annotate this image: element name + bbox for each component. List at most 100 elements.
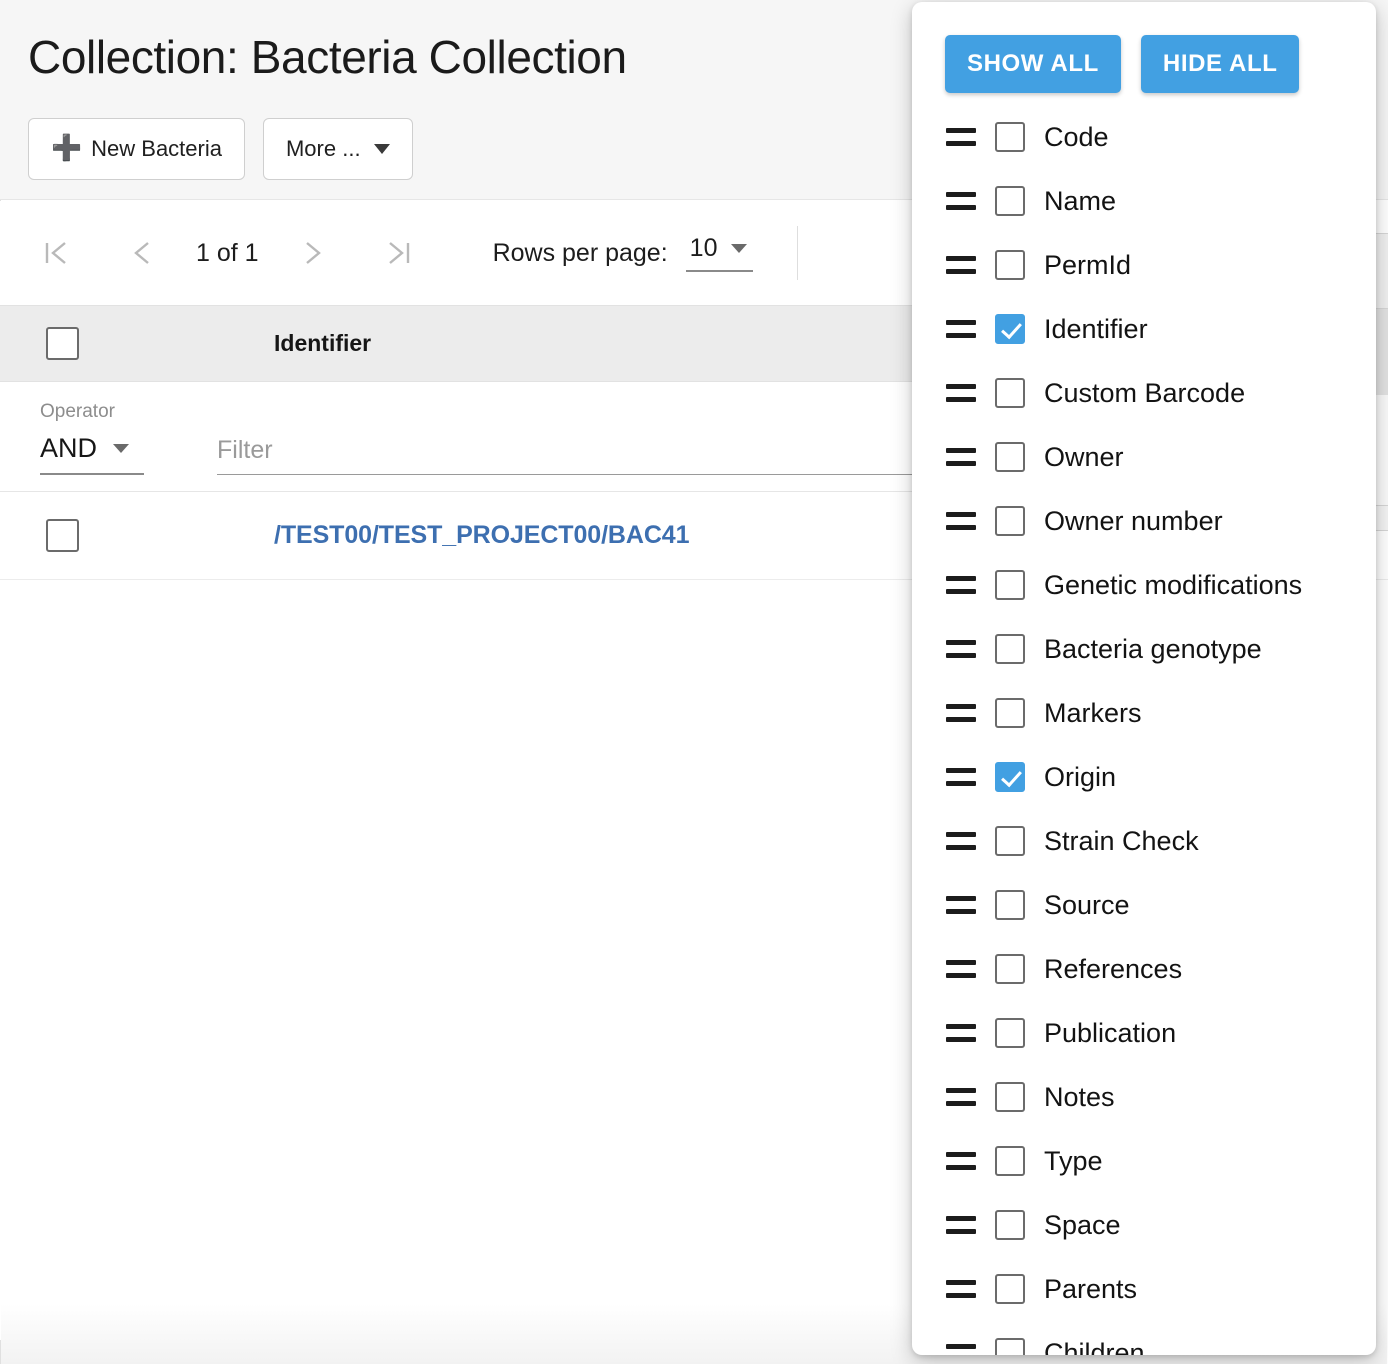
column-toggle-item[interactable]: Parents — [912, 1257, 1376, 1321]
rows-per-page-select[interactable]: 10 — [685, 234, 754, 272]
column-visibility-checkbox[interactable] — [995, 826, 1025, 856]
column-toggle-label: Code — [1044, 121, 1109, 152]
drag-handle-icon[interactable] — [946, 128, 976, 146]
column-visibility-checkbox[interactable] — [995, 1338, 1025, 1355]
column-toggle-item[interactable]: References — [912, 937, 1376, 1001]
row-checkbox[interactable] — [46, 519, 79, 552]
drag-handle-icon[interactable] — [946, 256, 976, 274]
column-toggle-label: Name — [1044, 185, 1117, 216]
drag-handle-icon[interactable] — [946, 384, 976, 402]
next-page-icon[interactable] — [285, 225, 341, 281]
drag-handle-icon[interactable] — [946, 1152, 976, 1170]
drag-handle-icon[interactable] — [946, 1216, 976, 1234]
column-toggle-label: Type — [1044, 1145, 1103, 1176]
column-toggle-label: Markers — [1044, 697, 1142, 728]
column-toggle-label: PermId — [1044, 249, 1132, 280]
drag-handle-icon[interactable] — [946, 448, 976, 466]
operator-value: AND — [40, 433, 98, 463]
show-all-button[interactable]: SHOW ALL — [945, 35, 1121, 93]
last-page-icon[interactable] — [371, 225, 427, 281]
column-toggle-item[interactable]: Children — [912, 1321, 1376, 1355]
column-toggle-label: Identifier — [1044, 313, 1148, 344]
drag-handle-icon[interactable] — [946, 768, 976, 786]
column-toggle-item[interactable]: Custom Barcode — [912, 361, 1376, 425]
column-visibility-checkbox[interactable] — [995, 954, 1025, 984]
column-visibility-checkbox[interactable] — [995, 1146, 1025, 1176]
first-page-icon[interactable] — [28, 225, 84, 281]
drag-handle-icon[interactable] — [946, 640, 976, 658]
column-visibility-checkbox[interactable] — [995, 762, 1025, 792]
drag-handle-icon[interactable] — [946, 512, 976, 530]
column-visibility-checkbox[interactable] — [995, 122, 1025, 152]
column-visibility-checkbox[interactable] — [995, 442, 1025, 472]
row-select-cell — [0, 519, 274, 552]
column-toggle-item[interactable]: Code — [912, 105, 1376, 169]
column-toggle-label: Strain Check — [1044, 825, 1199, 856]
column-header-label: Identifier — [274, 330, 372, 356]
column-toggle-label: References — [1044, 953, 1183, 984]
select-all-checkbox[interactable] — [46, 327, 79, 360]
drag-handle-icon[interactable] — [946, 320, 976, 338]
column-toggle-item[interactable]: Notes — [912, 1065, 1376, 1129]
column-toggle-label: Owner — [1044, 441, 1124, 472]
drag-handle-icon[interactable] — [946, 1280, 976, 1298]
drag-handle-icon[interactable] — [946, 896, 976, 914]
column-visibility-checkbox[interactable] — [995, 1274, 1025, 1304]
column-visibility-checkbox[interactable] — [995, 1082, 1025, 1112]
page-toolbar: ➕ New Bacteria More ... — [28, 118, 413, 180]
column-visibility-checkbox[interactable] — [995, 506, 1025, 536]
drag-handle-icon[interactable] — [946, 704, 976, 722]
column-toggle-label: Origin — [1044, 761, 1117, 792]
column-toggle-item[interactable]: Type — [912, 1129, 1376, 1193]
more-button[interactable]: More ... — [262, 118, 413, 180]
column-visibility-checkbox[interactable] — [995, 634, 1025, 664]
column-toggle-label: Bacteria genotype — [1044, 633, 1262, 664]
column-visibility-checkbox[interactable] — [995, 314, 1025, 344]
column-toggle-item[interactable]: Genetic modifications — [912, 553, 1376, 617]
operator-label: Operator — [40, 401, 115, 422]
column-toggle-item[interactable]: Space — [912, 1193, 1376, 1257]
column-toggle-item[interactable]: Identifier — [912, 297, 1376, 361]
column-toggle-item[interactable]: Markers — [912, 681, 1376, 745]
column-toggle-label: Children — [1044, 1337, 1145, 1356]
hide-all-button[interactable]: HIDE ALL — [1140, 35, 1300, 93]
drag-handle-icon[interactable] — [946, 960, 976, 978]
column-toggle-item[interactable]: Owner number — [912, 489, 1376, 553]
column-toggle-item[interactable]: Publication — [912, 1001, 1376, 1065]
drag-handle-icon[interactable] — [946, 192, 976, 210]
column-toggle-item[interactable]: Source — [912, 873, 1376, 937]
drag-handle-icon[interactable] — [946, 1088, 976, 1106]
column-visibility-checkbox[interactable] — [995, 1018, 1025, 1048]
paginator-divider — [797, 226, 799, 280]
app-screen: Collection: Bacteria Collection ➕ New Ba… — [0, 0, 1388, 1364]
column-toggle-item[interactable]: Strain Check — [912, 809, 1376, 873]
column-visibility-checkbox[interactable] — [995, 570, 1025, 600]
drag-handle-icon[interactable] — [946, 1024, 976, 1042]
column-toggle-item[interactable]: PermId — [912, 233, 1376, 297]
table-header-select-cell — [0, 327, 274, 360]
column-visibility-checkbox[interactable] — [995, 250, 1025, 280]
new-bacteria-button[interactable]: ➕ New Bacteria — [28, 118, 245, 180]
column-toggle-label: Publication — [1044, 1017, 1177, 1048]
more-button-label: More ... — [285, 136, 361, 161]
previous-page-icon[interactable] — [114, 225, 170, 281]
column-toggle-item[interactable]: Bacteria genotype — [912, 617, 1376, 681]
identifier-link[interactable]: /TEST00/TEST_PROJECT00/BAC41 — [274, 521, 689, 549]
column-visibility-checkbox[interactable] — [995, 186, 1025, 216]
chevron-down-icon — [373, 144, 390, 154]
column-toggle-item[interactable]: Owner — [912, 425, 1376, 489]
drag-handle-icon[interactable] — [946, 1344, 976, 1355]
column-toggle-label: Genetic modifications — [1044, 569, 1303, 600]
drag-handle-icon[interactable] — [946, 576, 976, 594]
operator-select[interactable]: AND — [40, 433, 144, 475]
column-toggle-item[interactable]: Name — [912, 169, 1376, 233]
column-visibility-checkbox[interactable] — [995, 378, 1025, 408]
column-visibility-checkbox[interactable] — [995, 1210, 1025, 1240]
column-toggle-item[interactable]: Origin — [912, 745, 1376, 809]
drag-handle-icon[interactable] — [946, 832, 976, 850]
column-visibility-checkbox[interactable] — [995, 698, 1025, 728]
operator-field: Operator AND — [40, 401, 190, 475]
column-toggle-label: Space — [1044, 1209, 1121, 1240]
column-visibility-checkbox[interactable] — [995, 890, 1025, 920]
page-title: Collection: Bacteria Collection — [28, 31, 627, 83]
